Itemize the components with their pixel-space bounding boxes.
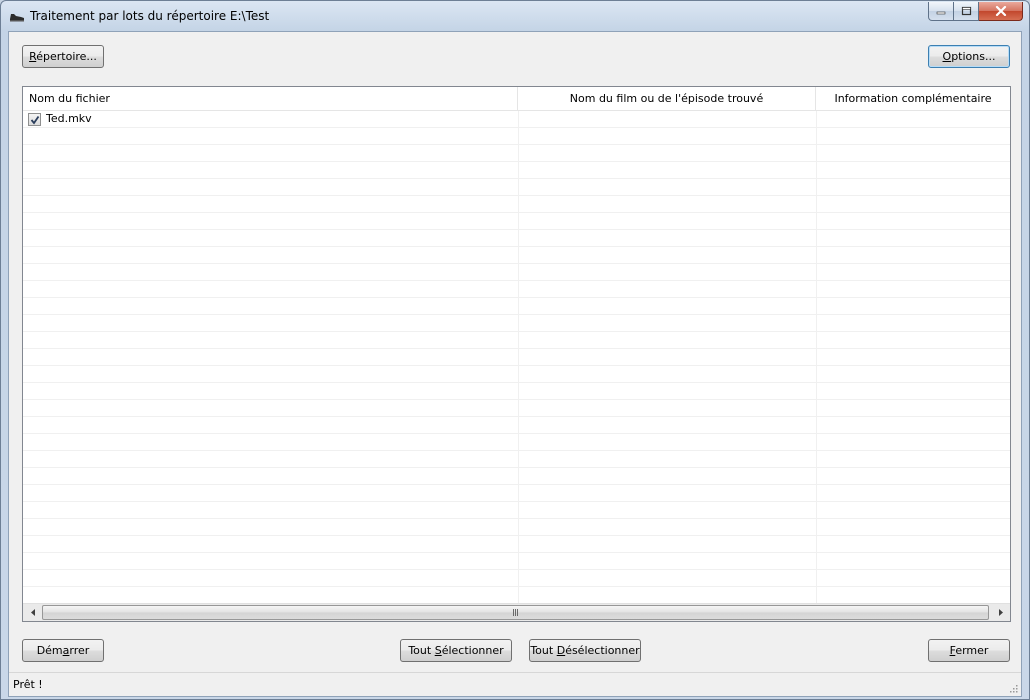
deselect-all-button[interactable]: Tout Désélectionner — [529, 639, 641, 662]
column-separator — [816, 111, 817, 603]
close-icon — [995, 6, 1006, 16]
start-button-label-post: rrer — [69, 644, 90, 657]
directory-button[interactable]: Répertoire... — [22, 45, 104, 68]
restore-icon — [961, 6, 971, 16]
close-button[interactable]: Fermer — [928, 639, 1010, 662]
row-filename: Ted.mkv — [46, 112, 92, 125]
maximize-button[interactable] — [954, 2, 979, 21]
column-header-title[interactable]: Nom du film ou de l'épisode trouvé — [518, 87, 816, 111]
minimize-button[interactable] — [928, 2, 954, 21]
options-button-label: ptions... — [951, 50, 996, 63]
title-bar[interactable]: Traitement par lots du répertoire E:\Tes… — [1, 1, 1029, 31]
scroll-left-button[interactable] — [24, 604, 41, 621]
select-all-label-post: électionner — [441, 644, 504, 657]
list-body[interactable]: Ted.mkv — [23, 111, 1010, 603]
column-header-info-label: Information complémentaire — [834, 92, 992, 105]
deselect-all-accel: D — [556, 644, 566, 657]
caption-buttons — [928, 2, 1023, 21]
list-header: Nom du fichier Nom du film ou de l'épiso… — [23, 87, 1010, 111]
start-button[interactable]: Démarrer — [22, 639, 104, 662]
scroll-right-button[interactable] — [992, 604, 1009, 621]
column-header-filename-label: Nom du fichier — [29, 92, 110, 105]
column-header-filename[interactable]: Nom du fichier — [23, 87, 518, 111]
checkmark-icon — [30, 115, 40, 125]
start-button-label-pre: Dém — [36, 644, 63, 657]
status-bar: Prêt ! — [9, 672, 1021, 696]
file-list[interactable]: Nom du fichier Nom du film ou de l'épiso… — [22, 86, 1011, 622]
resize-grip-icon[interactable] — [1008, 683, 1018, 693]
directory-button-label: épertoire... — [36, 50, 97, 63]
select-all-label-pre: Tout — [408, 644, 435, 657]
column-header-title-label: Nom du film ou de l'épisode trouvé — [569, 92, 764, 105]
close-button-label-post: ermer — [955, 644, 989, 657]
horizontal-scrollbar[interactable] — [23, 603, 1010, 621]
minimize-icon — [936, 11, 946, 15]
select-all-button[interactable]: Tout Sélectionner — [400, 639, 512, 662]
window-title: Traitement par lots du répertoire E:\Tes… — [30, 9, 270, 23]
deselect-all-label-pre: Tout — [530, 644, 557, 657]
options-button[interactable]: Options... — [928, 45, 1010, 68]
deselect-all-label-post: ésélectionner — [565, 644, 640, 657]
row-checkbox[interactable] — [28, 113, 41, 126]
shoe-icon — [10, 14, 24, 22]
column-header-info[interactable]: Information complémentaire — [816, 87, 1010, 111]
scroll-thumb[interactable] — [42, 605, 989, 620]
column-separator — [518, 111, 519, 603]
arrow-left-icon — [30, 609, 35, 616]
arrow-right-icon — [998, 609, 1003, 616]
select-all-accel: S — [434, 644, 442, 657]
options-button-accel: O — [942, 50, 952, 63]
list-item[interactable]: Ted.mkv — [23, 111, 1010, 128]
grip-icon — [513, 609, 518, 616]
client-area: Répertoire... Options... Nom du fichier … — [8, 31, 1022, 697]
close-window-button[interactable] — [979, 2, 1023, 21]
app-window: Traitement par lots du répertoire E:\Tes… — [0, 0, 1030, 700]
status-text: Prêt ! — [13, 678, 43, 691]
